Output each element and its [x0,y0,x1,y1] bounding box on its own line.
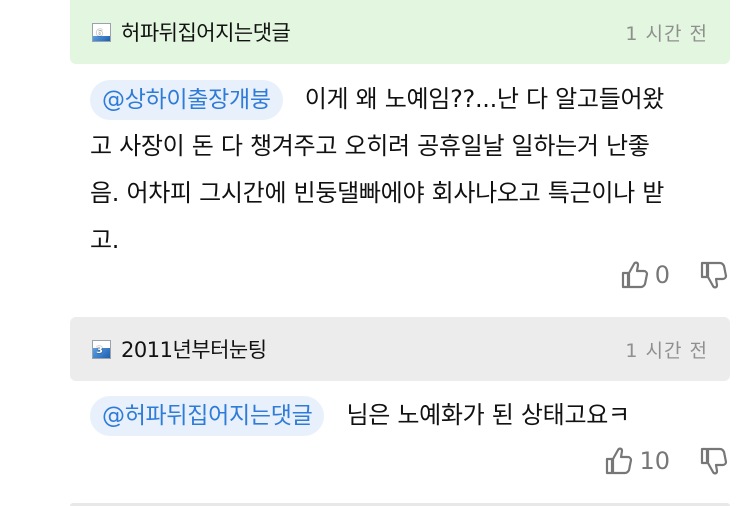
thumbs-up-icon [606,447,633,475]
level-badge-icon: 3 [92,339,111,359]
author-nickname[interactable]: 2011년부터눈팅 [121,334,267,364]
comment-line: 고. [90,226,120,254]
thumbs-up-icon [621,261,648,289]
comment-item: 6 허파뒤집어지는댓글 1 시간 전 @상하이출장개붕 이게 왜 노예임??...… [70,0,730,264]
mention-tag[interactable]: @허파뒤집어지는댓글 [90,396,325,436]
like-button[interactable]: 0 [621,260,700,290]
like-count: 10 [639,447,670,475]
level-badge-icon: 6 [92,22,111,42]
comment-text: @허파뒤집어지는댓글 님은 노예화가 된 상태고요ㅋ [90,392,738,439]
dislike-button[interactable] [700,260,728,290]
comment-line: 님은 노예화가 된 상태고요ㅋ [346,401,630,429]
like-count: 0 [654,261,670,289]
comment-body: @허파뒤집어지는댓글 님은 노예화가 된 상태고요ㅋ [70,381,730,439]
thumbs-down-icon [700,261,728,289]
comment-body: @상하이출장개붕 이게 왜 노예임??...난 다 알고들어왔고 사장이 돈 다 … [70,64,730,264]
comment-line: 고 사장이 돈 다 챙겨주고 오히려 공휴일날 일하는거 난좋 [90,132,650,160]
comment-header: 3 2011년부터눈팅 1 시간 전 [70,317,730,381]
mention-tag[interactable]: @상하이출장개붕 [90,80,283,120]
level-number: 6 [96,27,103,39]
timestamp: 1 시간 전 [625,339,708,362]
comment-line: 음. 어차피 그시간에 빈둥댈빠에야 회사나오고 특근이나 받 [90,179,665,207]
comment-item: 3 2011년부터눈팅 1 시간 전 @허파뒤집어지는댓글 님은 노예화가 된 상… [70,317,730,439]
vote-bar: 0 [621,260,728,290]
vote-bar: 10 [605,446,728,476]
comment-line: 이게 왜 노예임??...난 다 알고들어왔 [304,85,665,113]
comment-text: @상하이출장개붕 이게 왜 노예임??...난 다 알고들어왔고 사장이 돈 다 … [90,76,738,264]
timestamp: 1 시간 전 [625,22,708,45]
level-number: 3 [96,344,103,356]
like-button[interactable]: 10 [605,446,700,476]
comment-header: 6 허파뒤집어지는댓글 1 시간 전 [70,0,730,64]
author-nickname[interactable]: 허파뒤집어지는댓글 [121,17,291,47]
dislike-button[interactable] [700,446,728,476]
thumbs-down-icon [700,447,728,475]
